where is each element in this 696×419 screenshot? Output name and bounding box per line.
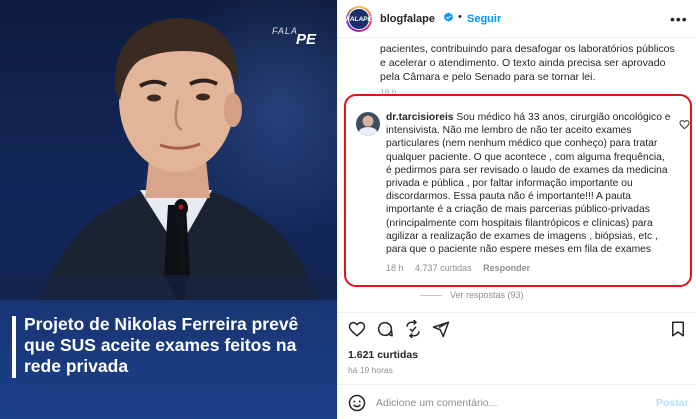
comment-bar: Postar <box>338 384 696 419</box>
post-comment-button[interactable]: Postar <box>656 397 689 409</box>
comment-input[interactable] <box>376 393 636 413</box>
save-bookmark-icon[interactable] <box>669 320 687 338</box>
post-likes-count[interactable]: 1.621 curtidas <box>348 349 418 361</box>
like-heart-icon[interactable] <box>348 320 366 338</box>
author-avatar[interactable]: FALAPE <box>346 6 372 32</box>
comment-like-heart-icon[interactable] <box>679 119 690 130</box>
comment-body: dr.tarcisioreis Sou médico há 33 anos, c… <box>386 111 671 256</box>
post-caption: pacientes, contribuindo para desafogar o… <box>380 43 675 83</box>
replies-divider-line <box>420 295 442 297</box>
post-actions-bar <box>338 312 696 342</box>
more-horizontal-icon[interactable]: ••• <box>670 11 688 27</box>
commenter-avatar[interactable] <box>356 112 380 136</box>
brand-logo-small: FALA <box>272 26 298 36</box>
post-side-panel: FALAPE blogfalape • Seguir ••• pacientes… <box>337 0 696 419</box>
headline-accent-bar <box>12 316 16 378</box>
post-headline: Projeto de Nikolas Ferreira prevê que SU… <box>24 314 299 376</box>
send-paper-plane-icon[interactable] <box>432 320 450 338</box>
comment-bubble-icon[interactable] <box>376 320 394 338</box>
post-timestamp: há 19 horas <box>348 365 393 375</box>
follow-button[interactable]: Seguir <box>467 13 501 25</box>
comment-text: Sou médico há 33 anos, cirurgião oncológ… <box>386 112 671 256</box>
share-repost-icon[interactable] <box>404 320 422 338</box>
comment-timestamp: 18 h <box>386 263 404 273</box>
header-separator: • <box>458 11 462 23</box>
highlighted-comment: dr.tarcisioreis Sou médico há 33 anos, c… <box>344 94 692 287</box>
commenter-username[interactable]: dr.tarcisioreis <box>386 112 454 123</box>
author-avatar-text: FALAPE <box>346 8 372 30</box>
comment-meta: 18 h 4.737 curtidas Responder <box>386 263 539 273</box>
comment-likes-count[interactable]: 4.737 curtidas <box>415 263 472 273</box>
post-image[interactable]: FALA PE Projeto de Nikolas Ferreira prev… <box>0 0 337 419</box>
author-username[interactable]: blogfalape <box>380 13 435 25</box>
emoji-smiley-icon[interactable] <box>348 394 366 412</box>
view-replies-label: Ver respostas (93) <box>450 290 524 300</box>
reply-button[interactable]: Responder <box>483 263 530 273</box>
brand-logo-large: PE <box>296 31 317 48</box>
view-replies-link[interactable]: Ver respostas (93) <box>420 290 524 300</box>
verified-badge-icon <box>444 12 453 22</box>
post-header: FALAPE blogfalape • Seguir ••• <box>338 0 696 38</box>
brand-logo: FALA PE <box>270 22 328 50</box>
